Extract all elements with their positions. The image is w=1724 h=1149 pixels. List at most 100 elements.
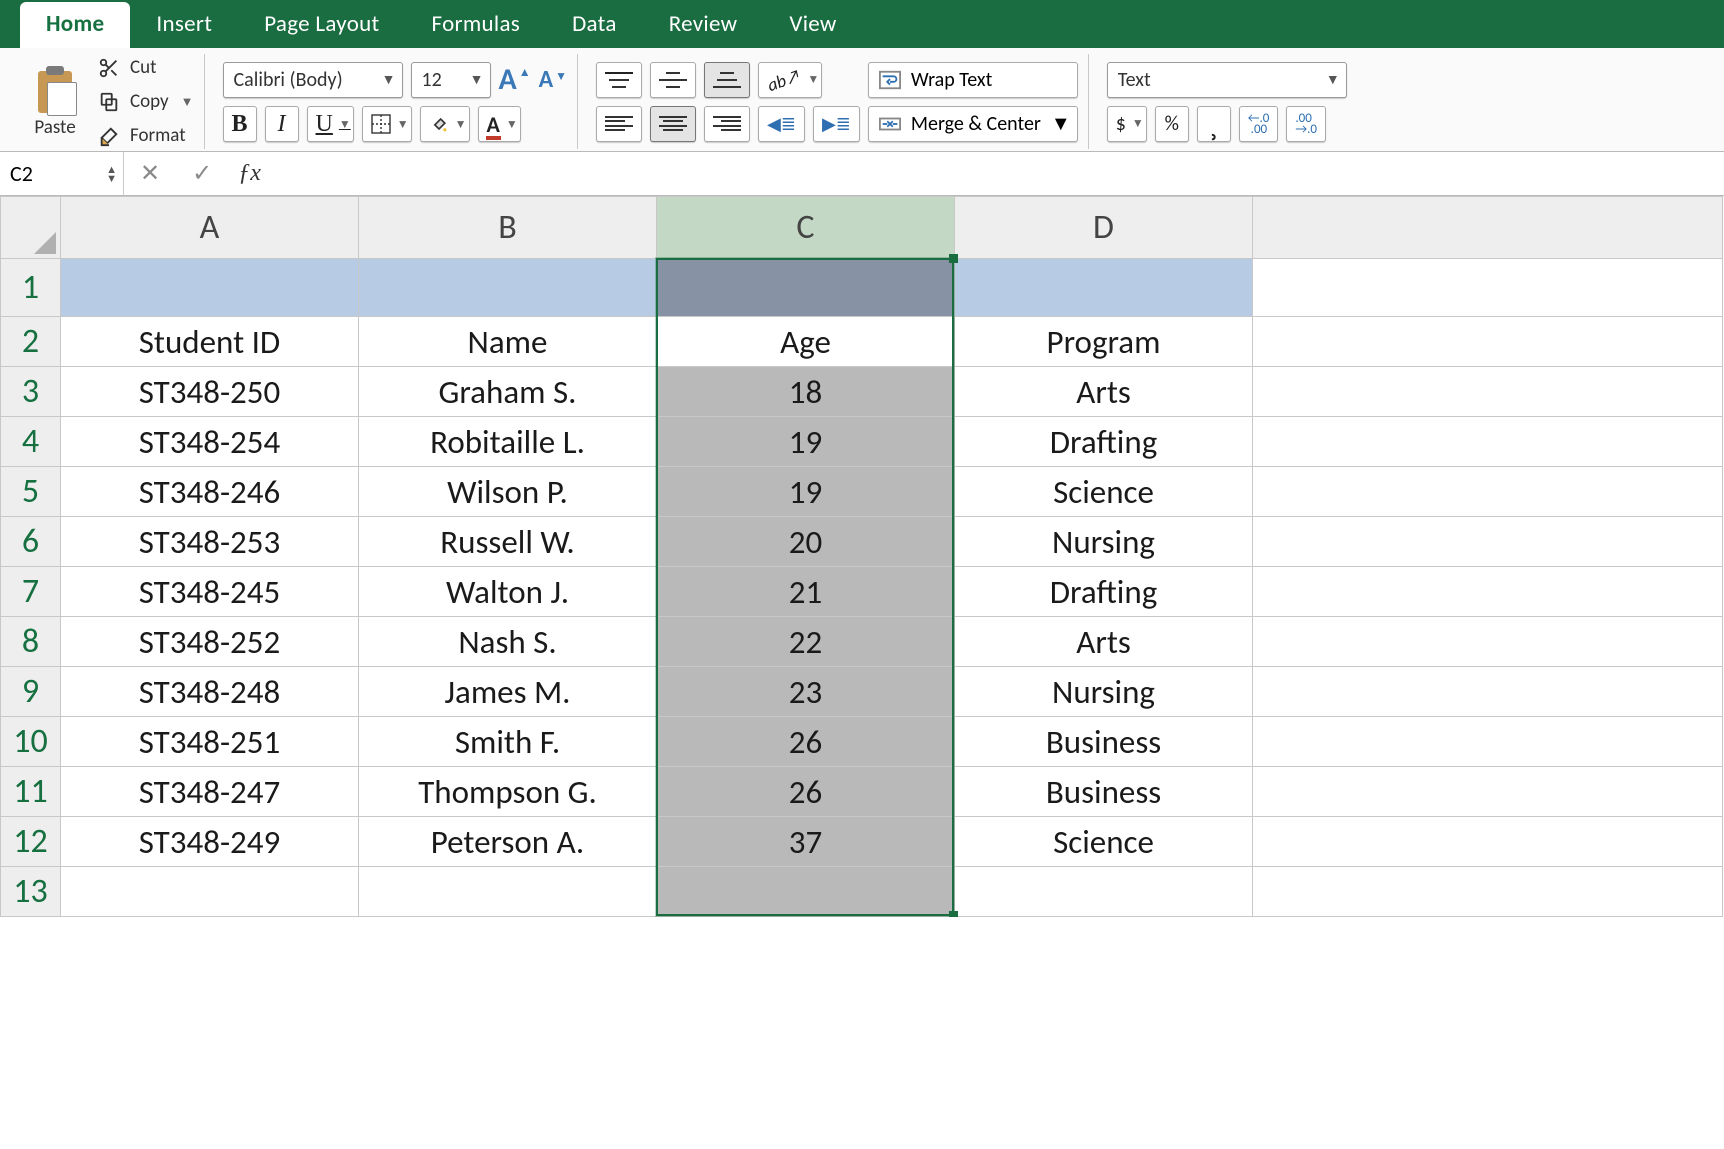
cell[interactable]: 21	[657, 567, 955, 617]
increase-decimal-button[interactable]: ←.0 .00	[1239, 106, 1279, 142]
cell[interactable]: 20	[657, 517, 955, 567]
align-right-button[interactable]	[704, 106, 750, 142]
paste-button[interactable]: Online Enrollment 2014 - 2015 Paste	[20, 64, 90, 139]
increase-font-button[interactable]: A▲	[499, 61, 531, 98]
borders-button[interactable]: ▼	[362, 106, 412, 142]
cell[interactable]	[1253, 817, 1723, 867]
cell[interactable]: Program	[955, 317, 1253, 367]
cell[interactable]	[61, 867, 359, 917]
cell[interactable]	[1253, 467, 1723, 517]
fx-icon[interactable]: ƒx	[228, 160, 271, 187]
cell[interactable]: Nash S.	[359, 617, 657, 667]
decrease-font-button[interactable]: A▼	[539, 65, 567, 94]
cell[interactable]	[1253, 617, 1723, 667]
copy-button[interactable]: Copy ▼	[98, 87, 194, 117]
cell[interactable]: Nursing	[955, 667, 1253, 717]
comma-style-button[interactable]: ⸒	[1197, 106, 1231, 142]
merge-center-button[interactable]: Merge & Center ▼	[868, 106, 1078, 142]
cell[interactable]: Walton J.	[359, 567, 657, 617]
cell[interactable]: Age	[657, 317, 955, 367]
cell[interactable]	[1253, 259, 1723, 317]
cell[interactable]: Arts	[955, 367, 1253, 417]
cell[interactable]: Business	[955, 717, 1253, 767]
align-bottom-button[interactable]	[704, 62, 750, 98]
cell[interactable]	[359, 867, 657, 917]
cell[interactable]: Name	[359, 317, 657, 367]
col-header-D[interactable]: D	[955, 197, 1253, 259]
formula-input[interactable]	[271, 152, 1724, 195]
row-header-5[interactable]: 5	[1, 467, 61, 517]
name-box[interactable]: C2 ▲ ▼	[0, 152, 124, 195]
cell[interactable]: 37	[657, 817, 955, 867]
wrap-text-button[interactable]: Wrap Text	[868, 62, 1078, 98]
cell[interactable]: ST348-246	[61, 467, 359, 517]
cell[interactable]: Smith F.	[359, 717, 657, 767]
row-header-6[interactable]: 6	[1, 517, 61, 567]
cell[interactable]	[1253, 517, 1723, 567]
cut-button[interactable]: Cut	[98, 53, 194, 83]
cell[interactable]	[657, 867, 955, 917]
row-header-8[interactable]: 8	[1, 617, 61, 667]
cell[interactable]: 26	[657, 717, 955, 767]
col-header-A[interactable]: A	[61, 197, 359, 259]
cell[interactable]	[1253, 417, 1723, 467]
tab-review[interactable]: Review	[643, 2, 764, 48]
row-header-3[interactable]: 3	[1, 367, 61, 417]
select-all-corner[interactable]	[1, 197, 61, 259]
row-header-13[interactable]: 13	[1, 867, 61, 917]
cell[interactable]	[1253, 867, 1723, 917]
cell[interactable]: ST348-250	[61, 367, 359, 417]
tab-view[interactable]: View	[763, 2, 862, 48]
cell[interactable]: ST348-249	[61, 817, 359, 867]
cell[interactable]: 22	[657, 617, 955, 667]
cell[interactable]: Business	[955, 767, 1253, 817]
cell[interactable]: Student ID	[61, 317, 359, 367]
percent-button[interactable]: %	[1155, 106, 1189, 142]
cell[interactable]: ST348-254	[61, 417, 359, 467]
currency-button[interactable]: $▼	[1107, 106, 1147, 142]
cell[interactable]: ST348-252	[61, 617, 359, 667]
cell[interactable]: 19	[657, 417, 955, 467]
cell[interactable]	[359, 259, 657, 317]
format-painter-button[interactable]: Format	[98, 121, 194, 151]
bold-button[interactable]: B	[223, 106, 257, 142]
name-box-down[interactable]: ▼	[106, 174, 117, 183]
orientation-button[interactable]: ab↗ ▼	[758, 62, 822, 98]
cell[interactable]: ST348-251	[61, 717, 359, 767]
cancel-formula-button[interactable]: ✕	[124, 159, 176, 188]
font-color-button[interactable]: A ▼	[478, 106, 521, 142]
row-header-7[interactable]: 7	[1, 567, 61, 617]
cell[interactable]: ST348-245	[61, 567, 359, 617]
cell[interactable]	[1253, 567, 1723, 617]
font-name-combo[interactable]: Calibri (Body) ▼	[223, 62, 403, 98]
col-header-blank[interactable]	[1253, 197, 1723, 259]
cell[interactable]: Russell W.	[359, 517, 657, 567]
cell[interactable]	[1253, 767, 1723, 817]
cell[interactable]: Nursing	[955, 517, 1253, 567]
row-header-12[interactable]: 12	[1, 817, 61, 867]
tab-page-layout[interactable]: Page Layout	[238, 2, 405, 48]
font-size-combo[interactable]: 12 ▼	[411, 62, 491, 98]
row-header-1[interactable]: 1	[1, 259, 61, 317]
accept-formula-button[interactable]: ✓	[176, 159, 228, 188]
cell[interactable]: ST348-247	[61, 767, 359, 817]
tab-formulas[interactable]: Formulas	[406, 2, 547, 48]
cell[interactable]	[955, 867, 1253, 917]
cell[interactable]	[955, 259, 1253, 317]
row-header-9[interactable]: 9	[1, 667, 61, 717]
row-header-10[interactable]: 10	[1, 717, 61, 767]
cell[interactable]	[1253, 667, 1723, 717]
align-center-button[interactable]	[650, 106, 696, 142]
italic-button[interactable]: I	[265, 106, 299, 142]
cell[interactable]	[61, 259, 359, 317]
tab-data[interactable]: Data	[546, 2, 643, 48]
cell[interactable]: 26	[657, 767, 955, 817]
cell[interactable]: Science	[955, 467, 1253, 517]
row-header-2[interactable]: 2	[1, 317, 61, 367]
grid[interactable]: ABCD12Student IDNameAgeProgram3ST348-250…	[0, 196, 1723, 917]
cell[interactable]: Drafting	[955, 567, 1253, 617]
cell[interactable]	[657, 259, 955, 317]
align-top-button[interactable]	[596, 62, 642, 98]
cell[interactable]	[1253, 717, 1723, 767]
cell[interactable]: Graham S.	[359, 367, 657, 417]
